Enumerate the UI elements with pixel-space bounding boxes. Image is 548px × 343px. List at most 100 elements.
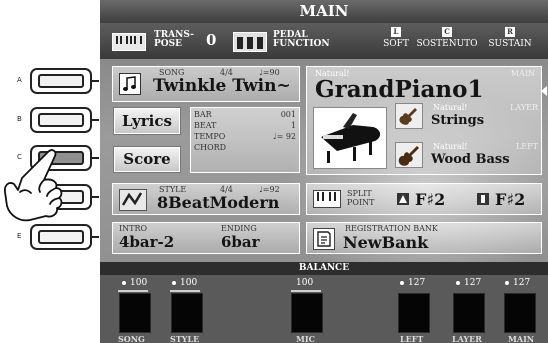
intro-value: 4bar-2 xyxy=(119,233,175,251)
style-fader-label: STYLE xyxy=(170,334,200,343)
ending-value: 6bar xyxy=(221,233,260,251)
layer-voice-part: Natural! xyxy=(433,103,468,112)
style-split-icon xyxy=(397,193,409,205)
main-voice-name: GrandPiano1 xyxy=(315,76,484,103)
layer-balance-value: 127 xyxy=(464,278,482,288)
layer-voice-tag: LAYER xyxy=(510,103,538,112)
left-fader-label: LEFT xyxy=(400,334,424,343)
violin-icon xyxy=(395,103,423,129)
registration-bank-label: REGISTRATION BANK xyxy=(345,224,438,233)
pressing-hand-icon xyxy=(3,149,63,222)
song-position-panel: BAR 001 BEAT 1 TEMPO ♩= 92 CHORD xyxy=(190,107,300,173)
voice-scroll-arrow-icon[interactable] xyxy=(541,86,547,96)
split-left-note: F♯2 xyxy=(415,190,446,209)
button-tick xyxy=(92,236,99,238)
pedal-mode-sustain[interactable]: R SUSTAIN xyxy=(480,27,540,55)
pedal-mode-label: SOFT xyxy=(383,39,409,49)
mic-fader-label: MIC xyxy=(296,334,315,343)
main-fader[interactable] xyxy=(504,293,536,333)
pedal-key-c: C xyxy=(442,27,452,37)
button-tick xyxy=(92,157,99,159)
beat-value: 1 xyxy=(290,121,296,130)
main-balance-value: 127 xyxy=(513,278,531,288)
left-voice-name: Wood Bass xyxy=(431,152,510,167)
style-panel[interactable]: STYLE 4/4 ♩=92 8BeatModern xyxy=(112,183,300,215)
tempo-label: TEMPO xyxy=(194,132,226,141)
button-letter-b: B xyxy=(17,115,22,123)
tempo-value: ♩= 92 xyxy=(272,132,296,141)
balance-title: BALANCE xyxy=(100,262,548,275)
left-voice-tag: LEFT xyxy=(515,142,538,151)
side-button-a[interactable] xyxy=(30,68,92,94)
button-tick xyxy=(92,80,99,82)
left-voice[interactable]: Natural! LEFT Wood Bass xyxy=(395,140,540,172)
beat-label: BEAT xyxy=(194,121,217,130)
split-point-panel[interactable]: SPLIT POINT F♯2 F♯2 xyxy=(306,183,542,215)
style-icon xyxy=(119,189,147,211)
pedal-label: PEDAL FUNCTION xyxy=(273,30,330,49)
top-bar: TRANS- POSE 0 PEDAL FUNCTION L SOFT C SO… xyxy=(100,23,548,59)
main-voice-tag: MAIN xyxy=(510,69,535,78)
pedal-mode-label: SOSTENUTO xyxy=(416,39,478,49)
button-letter-a: A xyxy=(17,76,22,84)
button-face xyxy=(38,113,84,127)
fader-line xyxy=(291,290,321,292)
style-balance-value: 100 xyxy=(180,278,198,288)
grand-piano-icon xyxy=(313,107,387,169)
pedal-mode-label: SUSTAIN xyxy=(488,39,532,49)
pedal-mode-soft[interactable]: L SOFT xyxy=(376,27,416,55)
ending-label: ENDING xyxy=(221,224,257,233)
registration-bank-panel[interactable]: REGISTRATION BANK NewBank xyxy=(306,222,542,254)
intro-label: INTRO xyxy=(119,224,148,233)
split-point-label: SPLIT POINT xyxy=(347,189,375,207)
bar-label: BAR xyxy=(194,110,212,119)
button-tick xyxy=(92,196,99,198)
fader-line xyxy=(118,290,148,292)
left-balance-value: 127 xyxy=(408,278,426,288)
intro-ending-panel[interactable]: INTRO 4bar-2 ENDING 6bar xyxy=(112,222,300,254)
style-name: 8BeatModern xyxy=(157,193,280,212)
split-right-note: F♯2 xyxy=(495,190,526,209)
side-button-b[interactable] xyxy=(30,107,92,133)
layer-voice[interactable]: Natural! LAYER Strings xyxy=(395,101,540,133)
pedal-key-l: L xyxy=(391,27,401,37)
mic-fader[interactable] xyxy=(291,293,323,333)
mic-balance-value: 100 xyxy=(296,278,314,288)
split-keyboard-icon xyxy=(313,190,341,208)
pedal-key-r: R xyxy=(505,27,515,37)
pedal-function-control[interactable]: PEDAL FUNCTION xyxy=(233,31,343,53)
left-fader[interactable] xyxy=(398,293,430,333)
button-tick xyxy=(92,119,99,121)
layer-voice-name: Strings xyxy=(431,113,485,128)
song-name: Twinkle Twin~ xyxy=(153,76,291,96)
transpose-control[interactable]: TRANS- POSE 0 xyxy=(112,31,252,53)
pedal-icon xyxy=(233,32,267,52)
pedal-mode-sostenuto[interactable]: C SOSTENUTO xyxy=(414,27,480,55)
voice-panel[interactable]: Natural! MAIN GrandPiano1 Natural! LAYER… xyxy=(306,66,542,175)
main-fader-label: MAIN xyxy=(508,334,535,343)
fader-dot xyxy=(505,281,509,285)
song-panel[interactable]: SONG 4/4 ♩=90 Twinkle Twin~ xyxy=(112,66,300,102)
music-note-icon xyxy=(119,73,141,95)
left-voice-part: Natural! xyxy=(433,142,468,151)
keyboard-icon xyxy=(112,33,146,51)
song-fader[interactable] xyxy=(119,293,151,333)
layer-fader-label: LAYER xyxy=(452,334,482,343)
chord-label: CHORD xyxy=(194,143,227,152)
bar-value: 001 xyxy=(280,110,296,119)
song-balance-value: 100 xyxy=(130,278,148,288)
score-button[interactable]: Score xyxy=(114,147,180,172)
song-fader-label: SONG xyxy=(118,334,145,343)
lyrics-button[interactable]: Lyrics xyxy=(114,108,180,134)
transpose-value: 0 xyxy=(206,31,217,49)
style-fader[interactable] xyxy=(171,293,203,333)
button-face xyxy=(38,74,84,88)
layer-fader[interactable] xyxy=(453,293,485,333)
fader-line xyxy=(170,290,200,292)
bass-icon xyxy=(395,142,423,168)
transpose-label: TRANS- POSE xyxy=(154,30,194,49)
registration-icon xyxy=(313,228,335,250)
fader-dot xyxy=(172,281,176,285)
registration-bank-name: NewBank xyxy=(343,233,429,252)
balance-faders: 100 SONG 100 STYLE 100 MIC 127 LEFT 127 … xyxy=(100,275,548,343)
